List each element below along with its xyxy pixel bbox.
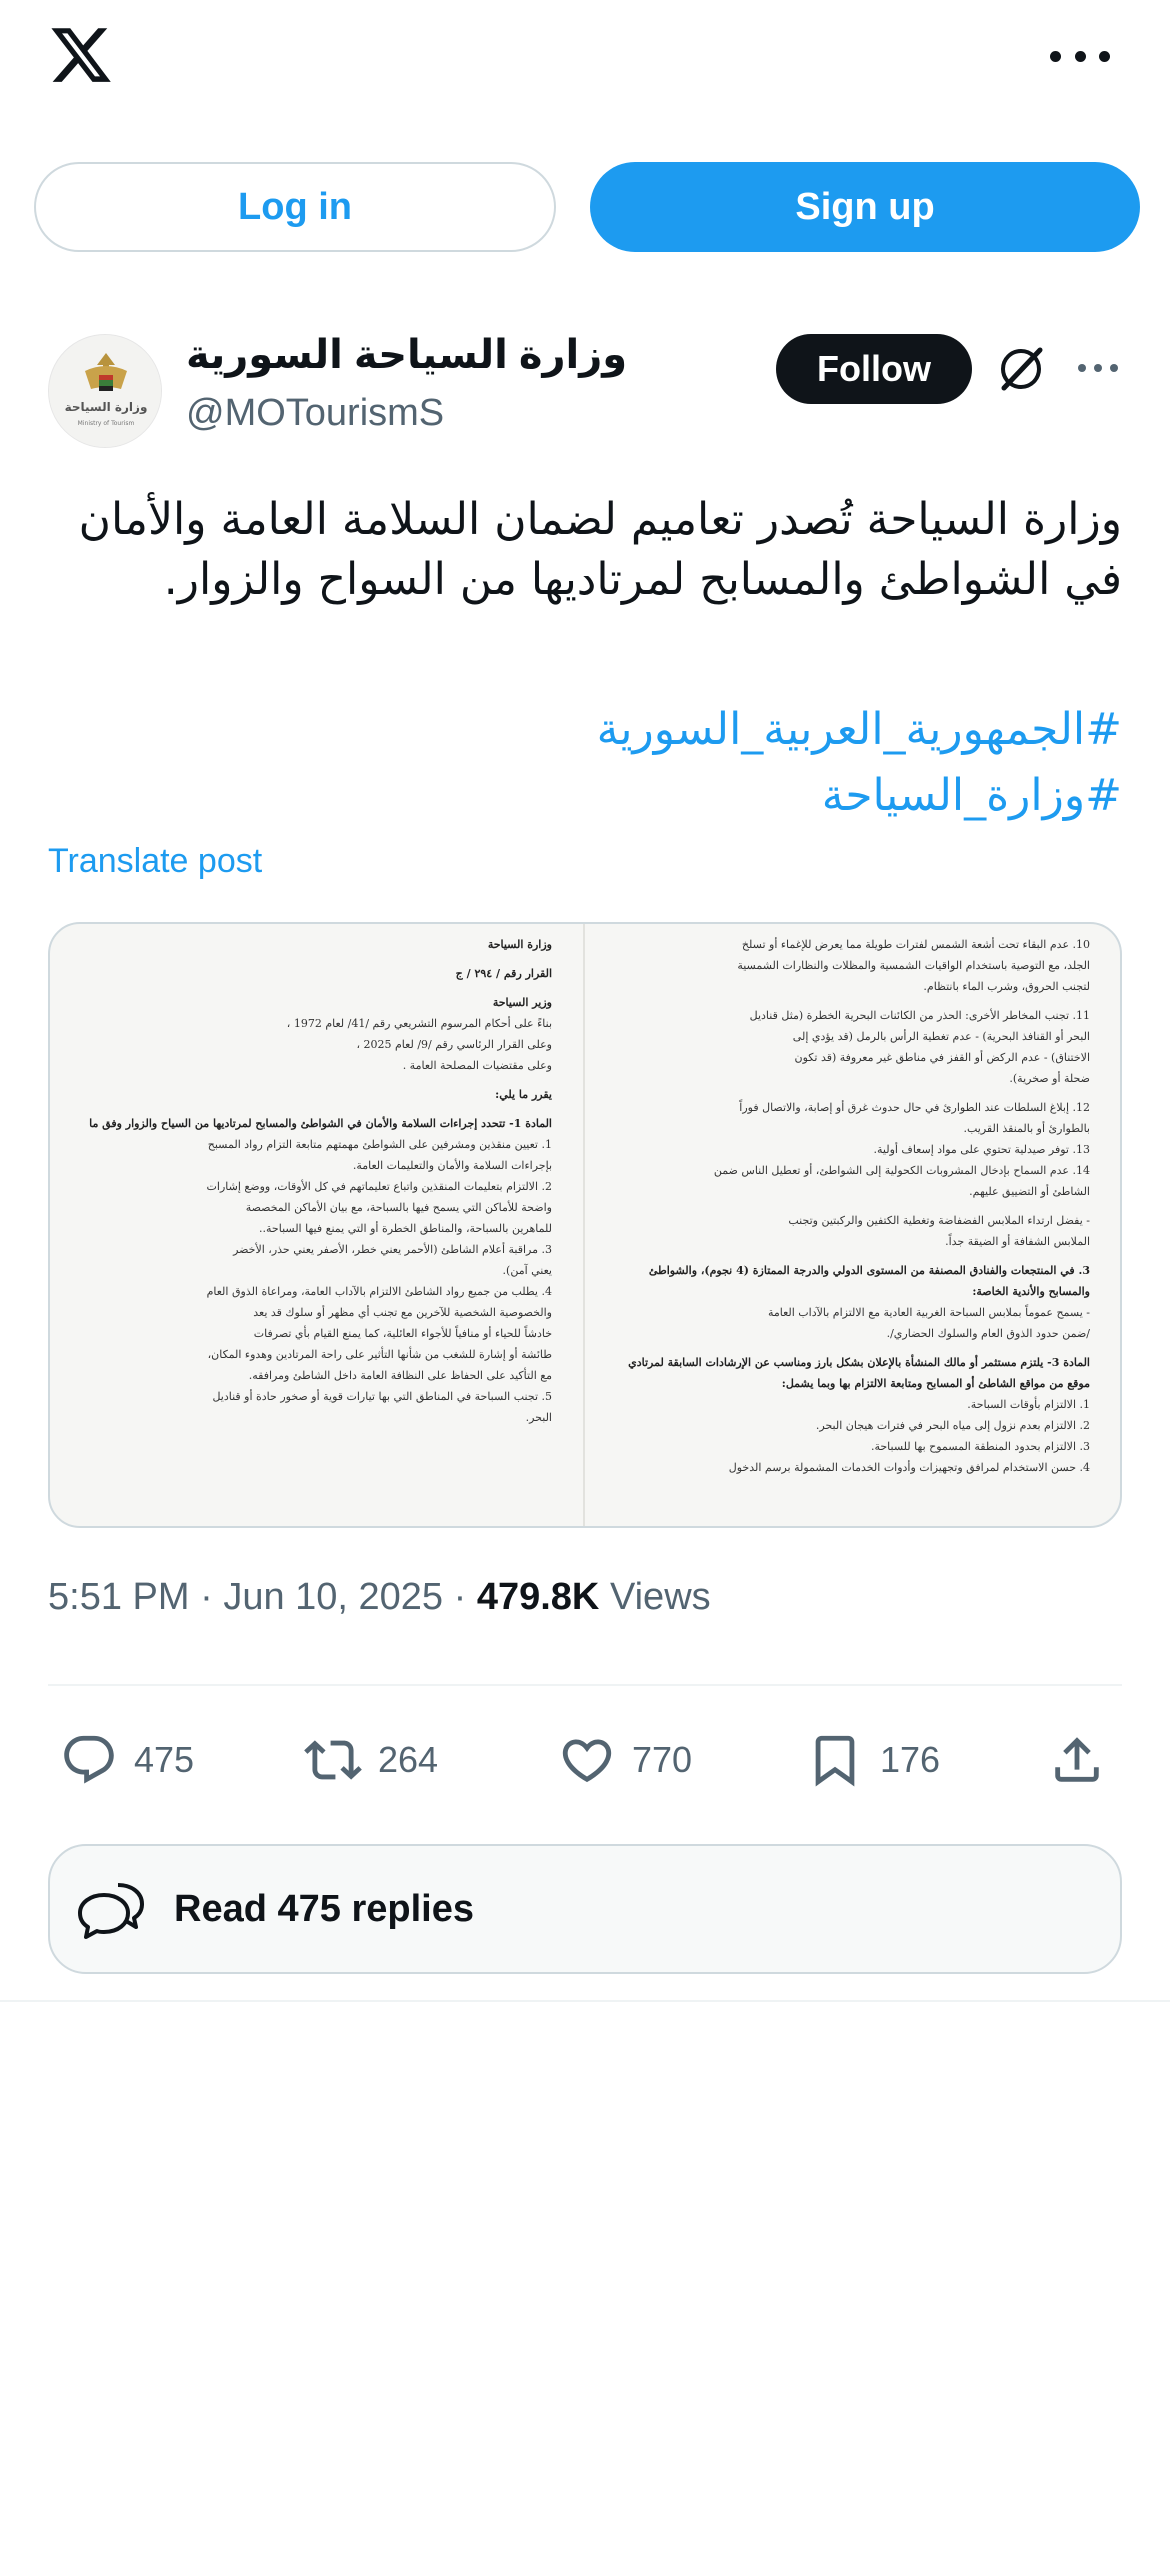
document-fold-divider xyxy=(583,924,585,1526)
doc-line: 10. عدم البقاء تحت أشعة الشمس لفترات طوي… xyxy=(741,938,1090,951)
doc-line: 3. مراقبة أعلام الشاطئ (الأحمر يعني خطر،… xyxy=(233,1243,552,1256)
post-image[interactable]: 10. عدم البقاء تحت أشعة الشمس لفترات طوي… xyxy=(48,922,1122,1528)
reply-count: 475 xyxy=(134,1739,195,1780)
doc-line: - يسمح عموماً بملابس السباحة الغربية الع… xyxy=(767,1306,1090,1319)
views-label: Views xyxy=(609,1576,711,1618)
doc-line: /ضمن حدود الذوق العام والسلوك الحضاري/. xyxy=(886,1327,1090,1340)
repost-icon xyxy=(304,1740,362,1780)
doc-line: 2. الالتزام بعدم نزول إلى مياه البحر في … xyxy=(815,1419,1090,1432)
avatar[interactable]: وزارة السياحة Ministry of Tourism xyxy=(48,334,162,448)
replies-bubbles-icon xyxy=(78,1883,144,1939)
doc-line: واضحة للأماكن التي يسمح فيها بالسباحة، م… xyxy=(245,1201,552,1214)
doc-line: - يفضل ارتداء الملابس الفضفاضة وتغطية ال… xyxy=(788,1214,1090,1227)
translate-post-link[interactable]: Translate post xyxy=(48,842,262,881)
share-icon xyxy=(1055,1737,1099,1782)
doc-line: الجلد، مع التوصية باستخدام الواقيات الشم… xyxy=(737,959,1090,972)
repost-button[interactable]: 264 xyxy=(304,1720,438,1800)
doc-line: المادة 1- تتحدد إجراءات السلامة والأمان … xyxy=(88,1117,552,1130)
bookmark-icon xyxy=(815,1735,855,1787)
divider xyxy=(48,1684,1122,1686)
doc-line: القرار رقم / ٢٩٤ / ج xyxy=(455,967,552,980)
doc-line: 5. تجنب السباحة في المناطق التي بها تيار… xyxy=(212,1390,552,1403)
document-right-column: 10. عدم البقاء تحت أشعة الشمس لفترات طوي… xyxy=(608,924,1108,1526)
svg-text:Ministry of Tourism: Ministry of Tourism xyxy=(78,420,135,427)
svg-text:وزارة السياحة: وزارة السياحة xyxy=(65,400,148,415)
hashtag-link[interactable]: #وزارة_السياحة xyxy=(48,766,1122,826)
read-replies-button[interactable]: Read 475 replies xyxy=(48,1844,1122,1974)
doc-line: 11. تجنب المخاطر الأخرى: الحذر من الكائن… xyxy=(749,1009,1090,1022)
doc-line: 3. الالتزام بحدود المنطقة المسموح بها لل… xyxy=(870,1440,1090,1453)
reply-icon xyxy=(64,1735,114,1784)
bookmark-button[interactable]: 176 xyxy=(806,1720,940,1800)
doc-line: موقع من مواقع الشاطئ أو المسابح ومتابعة … xyxy=(781,1377,1090,1390)
doc-line: 1. تعيين منقذين ومشرفين على الشواطئ مهمت… xyxy=(207,1138,552,1151)
doc-line: الاختناق) - عدم الركض أو القفز في مناطق … xyxy=(794,1051,1090,1064)
x-logo-icon[interactable] xyxy=(46,22,116,88)
doc-line: بإجراءات السلامة والأمان والتعليمات العا… xyxy=(352,1159,552,1172)
doc-line: ضحلة أو صخرية). xyxy=(1009,1072,1090,1085)
heart-icon xyxy=(562,1739,612,1783)
doc-line: وزارة السياحة xyxy=(487,938,552,951)
author-display-name[interactable]: وزارة السياحة السورية xyxy=(186,332,627,378)
post-date[interactable]: Jun 10, 2025 xyxy=(223,1576,443,1618)
like-button[interactable]: 770 xyxy=(558,1720,692,1800)
read-replies-label: Read 475 replies xyxy=(174,1887,474,1930)
author-handle[interactable]: @MOTourismS xyxy=(186,392,444,435)
post-text: وزارة السياحة تُصدر تعاميم لضمان السلامة… xyxy=(78,494,1122,605)
doc-line: 1. الالتزام بأوقات السباحة. xyxy=(967,1398,1090,1411)
login-button[interactable]: Log in xyxy=(34,162,556,252)
doc-line: 4. يطلب من جميع رواد الشاطئ الالتزام بال… xyxy=(206,1285,552,1298)
top-bar xyxy=(0,0,1170,120)
doc-line: 13. توفر صيدلية تحتوي على مواد إسعاف أول… xyxy=(873,1143,1091,1156)
doc-line: للماهرين بالسباحة، والمناطق الخطرة أو ال… xyxy=(259,1222,552,1235)
doc-line: 4. حسن الاستخدام لمرافق وتجهيزات وأدوات … xyxy=(728,1461,1090,1474)
reply-button[interactable]: 475 xyxy=(60,1720,194,1800)
doc-line: طائشة أو إشارة للشغب من شأنها التأثير عل… xyxy=(207,1348,552,1361)
like-count: 770 xyxy=(632,1739,693,1780)
doc-line: 2. الالتزام بتعليمات المنقذين واتباع تعل… xyxy=(206,1180,552,1193)
post-time[interactable]: 5:51 PM xyxy=(48,1576,190,1618)
follow-button[interactable]: Follow xyxy=(776,334,972,404)
doc-line: يقرر ما يلي: xyxy=(495,1088,552,1101)
doc-line: 12. إبلاغ السلطات عند الطوارئ في حال حدو… xyxy=(739,1101,1090,1114)
doc-line: والخصوصية الشخصية للآخرين مع تجنب أي مظه… xyxy=(253,1306,552,1319)
doc-line: خادشاً للحياء أو منافياً للأجواء العائلي… xyxy=(253,1327,552,1340)
doc-line: يعني آمن). xyxy=(502,1264,552,1277)
doc-line: وعلى مقتضيات المصلحة العامة . xyxy=(402,1059,552,1072)
doc-line: وزير السياحة xyxy=(492,996,552,1009)
document-left-column: وزارة السياحة القرار رقم / ٢٩٤ / ج وزير … xyxy=(70,924,570,1526)
doc-line: الشاطئ أو التضييق عليهم. xyxy=(969,1185,1090,1198)
doc-line: وعلى القرار الرئاسي رقم /9/ لعام 2025 ، xyxy=(356,1038,552,1051)
doc-line: المادة 3- يلتزم مستثمر أو مالك المنشأة ب… xyxy=(626,1356,1090,1369)
doc-line: 3. في المنتجعات والفنادق المصنفة من المس… xyxy=(648,1264,1090,1277)
doc-line: 14. عدم السماح بإدخال المشروبات الكحولية… xyxy=(713,1164,1090,1177)
post-more-icon[interactable] xyxy=(1078,364,1118,374)
hashtag-link[interactable]: #الجمهورية_العربية_السورية xyxy=(48,700,1122,760)
doc-line: البحر أو القنافذ البحرية) - عدم تغطية ال… xyxy=(792,1030,1090,1043)
doc-line: لتجنب الحروق، وشرب الماء بانتظام. xyxy=(923,980,1090,993)
post-timestamp: 5:51 PM · Jun 10, 2025 · 479.8K Views xyxy=(48,1576,711,1618)
share-button[interactable] xyxy=(1048,1720,1106,1800)
doc-line: الملابس الشفافة أو الضيقة جداً. xyxy=(945,1235,1090,1248)
signup-button[interactable]: Sign up xyxy=(590,162,1140,252)
doc-line: مع التأكيد على الحفاظ على النظافة العامة… xyxy=(248,1369,552,1382)
repost-count: 264 xyxy=(378,1739,439,1780)
more-horizontal-icon[interactable] xyxy=(1050,38,1110,74)
doc-line: بالطوارئ أو بالمنقذ القريب. xyxy=(963,1122,1091,1135)
grok-icon[interactable] xyxy=(994,342,1048,396)
views-count: 479.8K xyxy=(476,1576,600,1618)
doc-line: البحر. xyxy=(525,1411,552,1424)
ministry-emblem-icon: وزارة السياحة Ministry of Tourism xyxy=(49,335,161,447)
action-bar: 475 264 770 176 xyxy=(48,1720,1122,1800)
doc-line: والمسابح والأندية الخاصة: xyxy=(972,1285,1090,1298)
bookmark-count: 176 xyxy=(880,1739,941,1780)
divider xyxy=(0,2000,1170,2002)
doc-line: بناءً على أحكام المرسوم التشريعي رقم /41… xyxy=(286,1017,552,1030)
